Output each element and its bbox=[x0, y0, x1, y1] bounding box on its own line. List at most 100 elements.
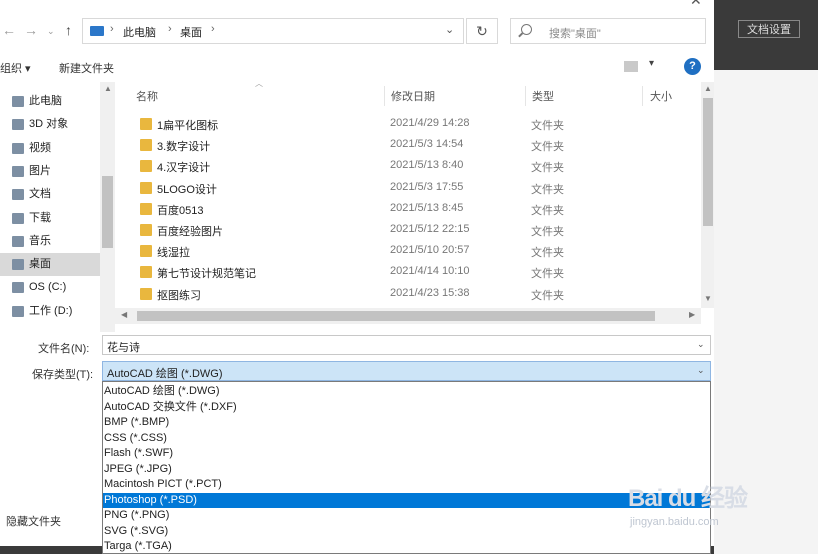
save-type-option-label: AutoCAD 绘图 (*.DWG) bbox=[104, 385, 220, 397]
save-type-option[interactable]: BMP (*.BMP) bbox=[103, 415, 710, 431]
chevron-right-icon[interactable]: › bbox=[168, 23, 172, 35]
search-icon bbox=[521, 24, 532, 35]
nav-item-label: 工作 (D:) bbox=[29, 304, 73, 317]
file-date: 2021/4/29 14:28 bbox=[390, 117, 470, 129]
file-type: 文件夹 bbox=[531, 183, 564, 196]
save-type-option[interactable]: Macintosh PICT (*.PCT) bbox=[103, 477, 710, 493]
save-type-option-label: JPEG (*.JPG) bbox=[104, 462, 172, 475]
3d-objects-icon bbox=[12, 119, 24, 131]
refresh-button[interactable]: ↻ bbox=[466, 18, 498, 44]
nav-item[interactable]: OS (C:) bbox=[0, 276, 100, 299]
organize-menu-button[interactable]: 组织 ▾ bbox=[0, 60, 31, 76]
back-icon[interactable]: ← bbox=[2, 22, 16, 38]
save-type-option[interactable]: JPEG (*.JPG) bbox=[103, 462, 710, 478]
file-name: 抠图练习 bbox=[157, 289, 201, 302]
chevron-down-icon[interactable]: ⌄ bbox=[697, 339, 705, 350]
drive-icon bbox=[12, 305, 24, 317]
file-date: 2021/5/3 14:54 bbox=[390, 138, 464, 151]
address-bar[interactable]: › 此电脑 › 桌面 › ⌄ bbox=[82, 18, 464, 44]
file-date: 2021/4/23 15:38 bbox=[390, 286, 470, 299]
recent-dropdown-icon[interactable]: ⌄ bbox=[47, 26, 55, 37]
chevron-down-icon[interactable]: ▾ bbox=[649, 58, 654, 69]
computer-icon bbox=[90, 26, 104, 36]
save-type-option[interactable]: AutoCAD 绘图 (*.DWG) bbox=[103, 384, 710, 400]
nav-item[interactable]: 视频 bbox=[0, 137, 100, 160]
save-type-dropdown-list: AutoCAD 绘图 (*.DWG) AutoCAD 交换文件 (*.DXF) BM… bbox=[102, 381, 711, 554]
file-row[interactable]: 3.数字设计 2021/5/3 14:54 文件夹 bbox=[115, 135, 705, 156]
nav-item[interactable]: 桌面 bbox=[0, 253, 100, 277]
scroll-left-icon[interactable]: ◀ bbox=[121, 310, 127, 319]
scroll-down-icon[interactable]: ▼ bbox=[704, 294, 712, 303]
chevron-down-icon[interactable]: ⌄ bbox=[697, 365, 705, 376]
file-row[interactable]: 抠图练习 2021/4/23 15:38 文件夹 bbox=[115, 284, 705, 305]
save-type-select[interactable]: AutoCAD 绘图 (*.DWG) ⌄ bbox=[102, 361, 711, 381]
save-type-option-label: BMP (*.BMP) bbox=[104, 416, 170, 428]
up-arrow-icon[interactable]: ↑ bbox=[65, 22, 72, 38]
save-type-option-label: Flash (*.SWF) bbox=[104, 447, 174, 459]
new-folder-button[interactable]: 新建文件夹 bbox=[59, 60, 114, 76]
file-name: 5LOGO设计 bbox=[157, 183, 217, 196]
save-type-option-label: PNG (*.PNG) bbox=[104, 509, 170, 521]
save-type-option[interactable]: Flash (*.SWF) bbox=[103, 446, 710, 462]
folder-icon bbox=[140, 118, 152, 130]
file-date: 2021/5/3 17:55 bbox=[390, 180, 464, 193]
refresh-icon: ↻ bbox=[476, 23, 488, 39]
save-type-option[interactable]: Photoshop (*.PSD) bbox=[103, 492, 710, 508]
filename-input[interactable]: 花与诗 ⌄ bbox=[102, 335, 711, 355]
file-row[interactable]: 1扁平化图标 2021/4/29 14:28 文件夹 bbox=[115, 114, 705, 135]
close-icon[interactable]: ✕ bbox=[690, 0, 702, 9]
folder-icon bbox=[140, 160, 152, 173]
nav-item-label: 音乐 bbox=[29, 234, 51, 247]
file-name: 百度0513 bbox=[157, 204, 204, 217]
file-row[interactable]: 百度0513 2021/5/13 8:45 文件夹 bbox=[115, 199, 705, 220]
file-type: 文件夹 bbox=[531, 289, 564, 302]
scroll-right-icon[interactable]: ▶ bbox=[689, 310, 695, 319]
nav-item[interactable]: 3D 对象 bbox=[0, 113, 100, 136]
file-row[interactable]: 5LOGO设计 2021/5/3 17:55 文件夹 bbox=[115, 178, 705, 199]
breadcrumb-desktop[interactable]: 桌面 bbox=[180, 24, 202, 40]
desktop-icon bbox=[12, 259, 24, 271]
file-row[interactable]: 第七节设计规范笔记 2021/4/14 10:10 文件夹 bbox=[115, 262, 705, 283]
folder-icon bbox=[140, 224, 152, 236]
download-icon bbox=[12, 212, 24, 224]
search-input[interactable]: 搜索"桌面" bbox=[510, 18, 706, 44]
file-row[interactable]: 线湿拉 2021/5/10 20:57 文件夹 bbox=[115, 241, 705, 262]
nav-item[interactable]: 此电脑 bbox=[0, 90, 100, 113]
chevron-down-icon[interactable]: ⌄ bbox=[445, 23, 454, 36]
nav-item-label: 此电脑 bbox=[29, 95, 62, 107]
file-row[interactable]: 百度经验图片 2021/5/12 22:15 文件夹 bbox=[115, 220, 705, 241]
nav-item[interactable]: 工作 (D:) bbox=[0, 300, 100, 323]
nav-scrollbar-thumb[interactable] bbox=[102, 176, 113, 248]
save-type-option[interactable]: SVG (*.SVG) bbox=[103, 524, 710, 540]
hide-folders-toggle[interactable]: 隐藏文件夹 bbox=[6, 513, 61, 529]
file-row[interactable]: 4.汉字设计 2021/5/13 8:40 文件夹 bbox=[115, 156, 705, 177]
file-type: 文件夹 bbox=[531, 247, 564, 260]
chevron-right-icon[interactable]: › bbox=[211, 23, 215, 35]
save-type-option[interactable]: PNG (*.PNG) bbox=[103, 508, 710, 524]
nav-item[interactable]: 文档 bbox=[0, 183, 100, 206]
chevron-right-icon[interactable]: › bbox=[110, 23, 114, 35]
file-name: 3.数字设计 bbox=[157, 141, 211, 154]
search-placeholder: 搜索"桌面" bbox=[549, 28, 601, 40]
file-list-vertical-thumb[interactable] bbox=[703, 98, 713, 226]
save-type-option[interactable]: Targa (*.TGA) bbox=[103, 539, 710, 555]
nav-item[interactable]: 音乐 bbox=[0, 230, 100, 253]
save-type-option-label: CSS (*.CSS) bbox=[104, 431, 167, 444]
forward-icon[interactable]: → bbox=[24, 22, 38, 38]
computer-icon bbox=[12, 96, 24, 107]
scroll-up-icon[interactable]: ▲ bbox=[704, 84, 712, 93]
save-type-value: AutoCAD 绘图 (*.DWG) bbox=[107, 368, 223, 380]
view-options-icon[interactable] bbox=[624, 61, 638, 72]
save-type-option[interactable]: CSS (*.CSS) bbox=[103, 431, 710, 447]
document-settings-button[interactable]: 文档设置 bbox=[738, 20, 800, 38]
help-icon[interactable]: ? bbox=[684, 58, 701, 75]
nav-item[interactable]: 下载 bbox=[0, 207, 100, 230]
navigation-pane: 此电脑 3D 对象 视频 图片 文档 下载音乐桌面 OS (C:) 工作 (D:) bbox=[0, 82, 115, 332]
watermark-logo: Bai du 经验 bbox=[628, 485, 748, 512]
save-type-option[interactable]: AutoCAD 交换文件 (*.DXF) bbox=[103, 400, 710, 416]
breadcrumb-this-pc[interactable]: 此电脑 bbox=[123, 24, 156, 40]
file-list-horizontal-thumb[interactable] bbox=[137, 311, 655, 321]
nav-item[interactable]: 图片 bbox=[0, 160, 100, 183]
scroll-up-icon[interactable]: ▲ bbox=[104, 84, 112, 93]
nav-item-label: OS (C:) bbox=[29, 281, 67, 294]
